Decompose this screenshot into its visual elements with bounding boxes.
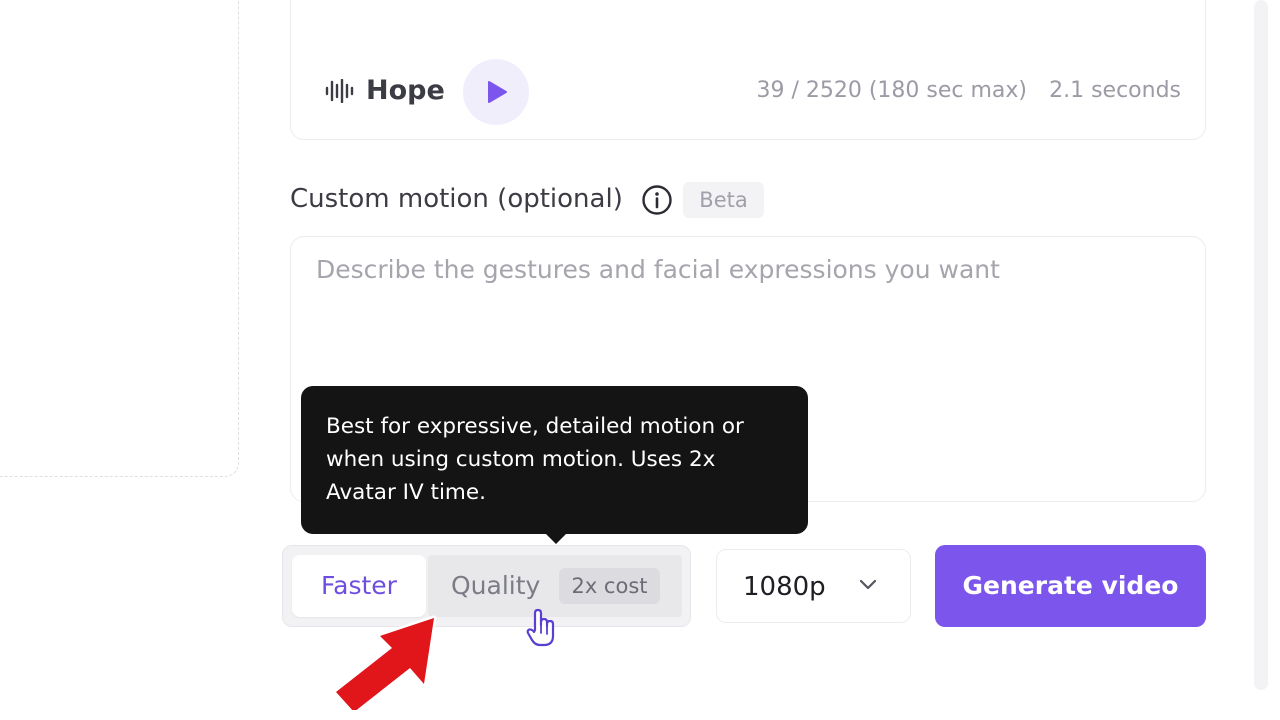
beta-badge: Beta xyxy=(683,182,764,218)
cost-badge: 2x cost xyxy=(559,568,660,604)
red-arrow-annotation xyxy=(333,615,437,710)
mode-option-faster[interactable]: Faster xyxy=(292,555,426,617)
quality-tooltip: Best for expressive, detailed motion or … xyxy=(301,386,808,534)
scrollbar[interactable] xyxy=(1254,0,1268,690)
play-icon xyxy=(488,81,507,103)
script-card: Hope 39 / 2520 (180 sec max) 2.1 seconds xyxy=(290,0,1206,140)
avatar-panel xyxy=(0,0,239,477)
resolution-dropdown[interactable]: 1080p xyxy=(716,549,911,623)
chevron-down-icon xyxy=(859,579,877,590)
waveform-icon xyxy=(325,79,354,103)
audio-duration: 2.1 seconds xyxy=(1049,78,1181,103)
hand-cursor-icon xyxy=(526,608,555,647)
custom-motion-label: Custom motion (optional) xyxy=(290,184,623,214)
play-voice-button[interactable] xyxy=(463,59,529,125)
generate-video-button[interactable]: Generate video xyxy=(935,545,1206,627)
tooltip-arrow xyxy=(545,533,567,544)
info-icon[interactable] xyxy=(641,184,673,216)
resolution-value: 1080p xyxy=(743,572,826,602)
character-count: 39 / 2520 (180 sec max) xyxy=(756,78,1027,103)
voice-name[interactable]: Hope xyxy=(366,71,445,111)
